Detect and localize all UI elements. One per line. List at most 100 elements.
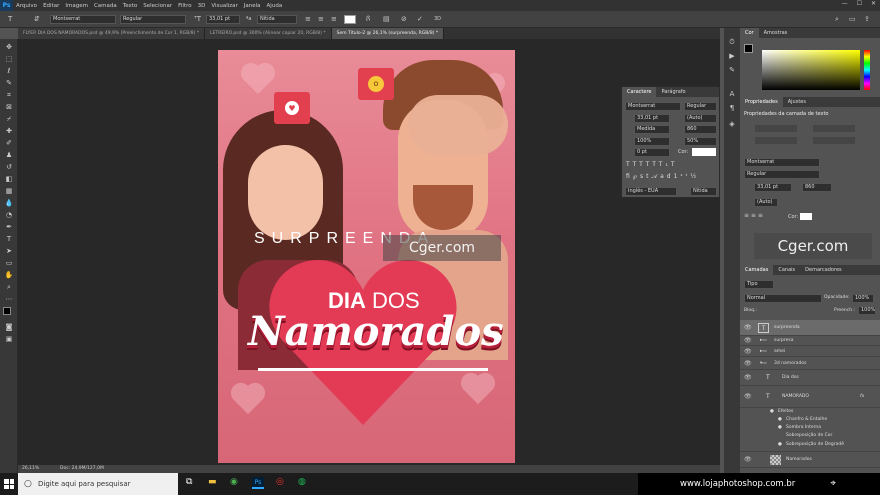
marquee-tool-icon[interactable]: ⬚ (4, 55, 14, 64)
align-right-icon[interactable]: ≡ (331, 15, 337, 24)
antialias-select[interactable]: Nítida (257, 15, 297, 24)
taskbar-search-input[interactable]: ○ Digite aqui para pesquisar (18, 473, 178, 495)
props-color-swatch[interactable] (800, 213, 812, 220)
layer-dia-dos[interactable]: 👁 T Dia dos (740, 370, 880, 386)
char-style-buttons[interactable]: TTTTTT₁T (626, 161, 678, 168)
props-style-select[interactable]: Regular (744, 170, 820, 179)
effect-gradient-overlay[interactable]: ● Sobreposição de Degradê (740, 440, 880, 452)
history-icon[interactable]: ⏱ (727, 38, 737, 47)
task-view-icon[interactable]: ⧉ (186, 477, 192, 487)
font-size-select[interactable]: 33,01 pt (206, 15, 240, 24)
effect-bevel[interactable]: ● Chanfro & Entalhe (740, 416, 880, 424)
tab-paragrafo[interactable]: Parágrafo (656, 87, 690, 97)
layer-surpresa[interactable]: 👁 ▸▭ surpresa (740, 336, 880, 346)
menu-janela[interactable]: Janela (241, 3, 264, 9)
char-font-select[interactable]: Montserrat (625, 102, 681, 111)
font-style-select[interactable]: Regular (120, 15, 186, 24)
menu-selecionar[interactable]: Selecionar (140, 3, 175, 9)
eye-icon[interactable]: 👁 (744, 346, 752, 357)
layer-namorados[interactable]: 👁 Namorados (740, 452, 880, 468)
warp-text-icon[interactable]: ꟗ (366, 15, 370, 24)
layer-filter-select[interactable]: Tipo (744, 280, 774, 289)
dodge-tool-icon[interactable]: ◔ (4, 211, 14, 220)
props-align-icons[interactable]: ≡ ≡ ≡ (744, 212, 763, 219)
effect-color-overlay[interactable]: Sobreposição de Cor (740, 432, 880, 440)
zoom-tool-icon[interactable]: ⌕ (4, 283, 14, 292)
brushes-icon[interactable]: ✎ (727, 66, 737, 75)
char-vscale-input[interactable]: 100% (634, 137, 670, 146)
hand-tool-icon[interactable]: ✋ (4, 271, 14, 280)
orientation-icon[interactable]: ⇵ (34, 15, 40, 24)
tab-camadas[interactable]: Camadas (740, 265, 774, 275)
path-select-icon[interactable]: ➤ (4, 247, 14, 256)
opacity-input[interactable]: 100% (852, 294, 874, 303)
char-tracking-select[interactable]: 860 (684, 125, 717, 134)
tab-amostras[interactable]: Amostras (759, 28, 793, 38)
effects-row[interactable]: ● Efeitos (740, 408, 880, 416)
tab-caractere[interactable]: Caractere (622, 87, 657, 97)
props-leading-select[interactable]: (Auto) (754, 198, 778, 207)
foreground-color-swatch[interactable] (3, 307, 11, 315)
menu-filtro[interactable]: Filtro (175, 3, 194, 9)
eye-icon[interactable]: 👁 (744, 370, 752, 386)
tab-propriedades[interactable]: Propriedades (740, 97, 783, 107)
quick-mask-icon[interactable]: ◙ (4, 323, 14, 332)
eye-icon[interactable]: ● (778, 416, 782, 424)
eye-icon[interactable]: 👁 (744, 386, 752, 408)
eye-icon[interactable]: 👁 (744, 336, 752, 346)
history-brush-icon[interactable]: ↺ (4, 163, 14, 172)
chrome-icon[interactable]: ◉ (230, 477, 238, 487)
menu-visualizar[interactable]: Visualizar (208, 3, 240, 9)
character-icon[interactable]: A (727, 90, 737, 99)
share-icon[interactable]: ⇪ (864, 15, 870, 24)
move-tool-icon[interactable]: ✥ (4, 43, 14, 52)
menu-imagem[interactable]: Imagem (62, 3, 91, 9)
paragraph-icon[interactable]: ¶ (727, 104, 737, 113)
props-font-select[interactable]: Montserrat (744, 158, 820, 167)
layer-amei[interactable]: 👁 ▸▭ amei (740, 346, 880, 357)
stamp-tool-icon[interactable]: ♟ (4, 151, 14, 160)
tab-sem-titulo[interactable]: Sem Título-2 @ 26,1% (surpreenda, RGB/8)… (331, 28, 445, 39)
char-baseline-input[interactable]: 0 pt (634, 148, 670, 157)
blur-tool-icon[interactable]: 💧 (4, 199, 14, 208)
tab-demarcadores[interactable]: Demarcadores (800, 265, 846, 275)
fill-input[interactable]: 100% (858, 306, 876, 315)
eye-icon[interactable]: 👁 (744, 452, 752, 468)
gradient-tool-icon[interactable]: ▦ (4, 187, 14, 196)
tab-flyer[interactable]: FLYER DIA DOS NAMORADOS.psd @ 49,9% (Pre… (18, 28, 206, 39)
healing-brush-icon[interactable]: ✚ (4, 127, 14, 136)
cancel-icon[interactable]: ⊘ (401, 15, 407, 24)
eye-icon[interactable]: ● (778, 440, 782, 450)
namorados-title[interactable]: Namorados (248, 308, 504, 355)
char-color-swatch[interactable] (692, 148, 716, 156)
blend-mode-select[interactable]: Normal (744, 294, 822, 303)
char-size-select[interactable]: 33,01 pt (634, 114, 670, 123)
fx-icon[interactable]: fx (860, 386, 864, 408)
opera-icon[interactable]: ◎ (276, 477, 284, 487)
shape-tool-icon[interactable]: ▭ (4, 259, 14, 268)
windows-start-icon[interactable] (4, 479, 14, 489)
tab-ajustes[interactable]: Ajustes (783, 97, 811, 107)
char-style-select[interactable]: Regular (684, 102, 717, 111)
menu-ajuda[interactable]: Ajuda (264, 3, 286, 9)
layer-namorado[interactable]: 👁 T NAMORADO fx (740, 386, 880, 408)
menu-arquivo[interactable]: Arquivo (13, 3, 40, 9)
screen-mode-icon[interactable]: ▣ (4, 335, 14, 344)
char-kerning-select[interactable]: Medida (634, 125, 670, 134)
text-tool-icon[interactable]: T (8, 15, 12, 24)
menu-editar[interactable]: Editar (40, 3, 62, 9)
layer-surpreenda[interactable]: 👁 Tsurpreenda (740, 320, 880, 336)
eyedropper-icon[interactable]: ⌿ (4, 115, 14, 124)
doc-size[interactable]: Doc: 24,9M/127,0M (60, 465, 104, 473)
brush-tool-icon[interactable]: ✐ (4, 139, 14, 148)
spotify-icon[interactable]: ◍ (298, 477, 306, 487)
eraser-tool-icon[interactable]: ◧ (4, 175, 14, 184)
eye-icon[interactable]: ● (770, 408, 774, 416)
quick-select-icon[interactable]: ✎ (4, 79, 14, 88)
menu-camada[interactable]: Camada (91, 3, 120, 9)
minimize-icon[interactable]: — (842, 0, 848, 7)
menu-texto[interactable]: Texto (120, 3, 141, 9)
menu-3d[interactable]: 3D (195, 3, 209, 9)
eye-icon[interactable]: ● (778, 424, 782, 432)
eye-icon[interactable]: 👁 (744, 357, 752, 370)
